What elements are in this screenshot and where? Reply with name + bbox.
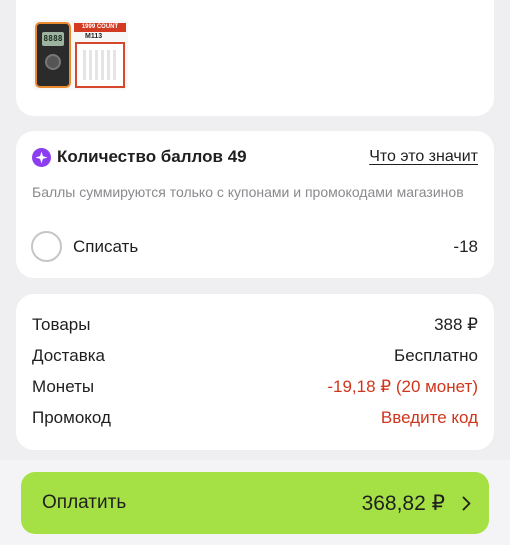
product-badge-model: M113 <box>85 33 103 40</box>
points-card: Количество баллов 49 Что это значит Балл… <box>16 131 494 278</box>
points-star-icon <box>32 148 51 167</box>
chevron-right-icon <box>462 496 471 511</box>
summary-row-delivery: Доставка Бесплатно <box>32 345 478 367</box>
points-title: Количество баллов 49 <box>57 147 247 166</box>
summary-label: Монеты <box>32 377 95 396</box>
enter-promo-code-link[interactable]: Введите код <box>381 408 478 428</box>
summary-row-goods: Товары 388 ₽ <box>32 314 478 336</box>
pay-button[interactable]: Оплатить 368,82 ₽ <box>21 472 489 534</box>
points-amount: -18 <box>453 237 478 256</box>
use-points-checkbox[interactable] <box>31 231 62 262</box>
summary-label: Доставка <box>32 346 106 365</box>
summary-row-promo[interactable]: Промокод Введите код <box>32 407 478 429</box>
product-badge-count: 1999 COUNT <box>74 23 126 32</box>
summary-value: Бесплатно <box>394 346 478 365</box>
pay-button-label: Оплатить <box>42 492 127 513</box>
order-summary-card: Товары 388 ₽ Доставка Бесплатно Монеты -… <box>16 294 494 450</box>
use-points-label[interactable]: Списать <box>73 237 138 257</box>
multimeter-knob <box>45 54 61 70</box>
product-card: 1999 COUNT M113 8888 <box>16 0 494 116</box>
summary-row-coins: Монеты -19,18 ₽ (20 монет) <box>32 376 478 398</box>
summary-label: Товары <box>32 315 91 334</box>
package-box-image <box>75 42 125 88</box>
summary-value: 388 ₽ <box>434 315 478 334</box>
multimeter-image: 8888 <box>35 22 71 88</box>
product-image[interactable]: 1999 COUNT M113 8888 <box>33 20 128 90</box>
points-info-link[interactable]: Что это значит <box>369 148 478 166</box>
multimeter-screen: 8888 <box>42 32 64 46</box>
summary-label: Промокод <box>32 408 111 427</box>
pay-button-amount: 368,82 ₽ <box>361 492 445 515</box>
points-description: Баллы суммируются только с купонами и пр… <box>32 184 464 200</box>
summary-value: -19,18 ₽ (20 монет) <box>327 377 478 396</box>
